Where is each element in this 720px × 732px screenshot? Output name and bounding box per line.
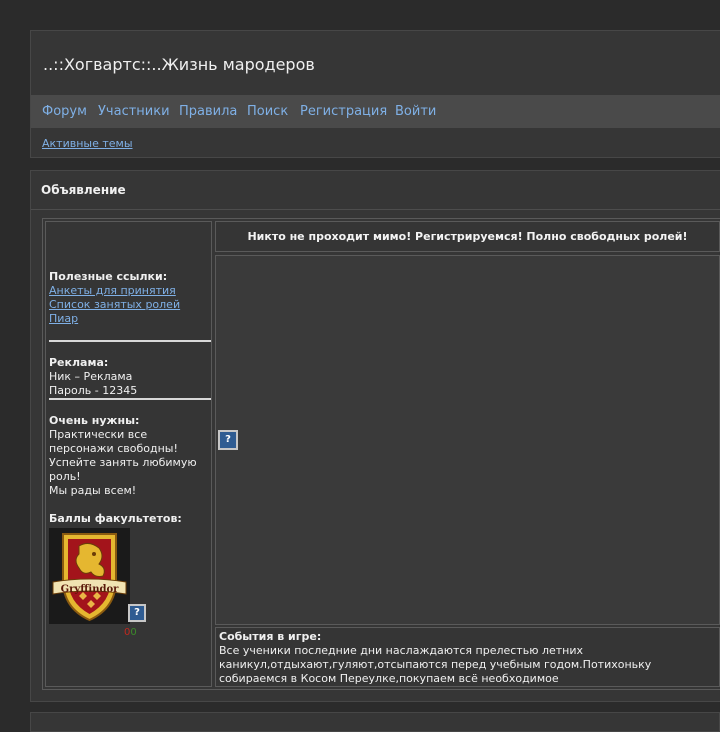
forum-header: ..::Хогвартс::..Жизнь мародеров Форум Уч… — [30, 30, 720, 158]
needed-block: Очень нужны: Практически все персонажи с… — [49, 414, 211, 498]
site-title: ..::Хогвартс::..Жизнь мародеров — [43, 55, 315, 74]
house-score: 00 — [124, 627, 137, 638]
ad-label: Реклама: — [49, 356, 109, 369]
ad-block: Реклама: Ник – Реклама Пароль - 12345 — [49, 356, 211, 398]
broken-image-icon: ? — [128, 604, 146, 622]
gryffindor-crest-icon: Gryffindor — [49, 528, 130, 624]
events-text: Все ученики последние дни наслаждаются п… — [219, 644, 652, 685]
link-applications[interactable]: Анкеты для принятия — [49, 284, 211, 298]
nav-forum[interactable]: Форум — [42, 104, 87, 119]
active-topics-link[interactable]: Активные темы — [42, 137, 133, 150]
link-pr[interactable]: Пиар — [49, 312, 211, 326]
sidebar-cell: Полезные ссылки: Анкеты для принятия Спи… — [45, 221, 212, 687]
useful-links-label: Полезные ссылки: — [49, 270, 168, 283]
divider — [31, 209, 720, 210]
house-points-label: Баллы факультетов: — [49, 512, 182, 525]
nav-login[interactable]: Войти — [395, 104, 436, 119]
useful-links-block: Полезные ссылки: Анкеты для принятия Спи… — [49, 270, 211, 326]
ad-nick: Ник – Реклама — [49, 370, 133, 383]
banner-cell: ? — [215, 255, 720, 625]
needed-line: Практически все персонажи свободны! — [49, 428, 178, 455]
link-taken-roles[interactable]: Список занятых ролей — [49, 298, 211, 312]
announcement-panel: Объявление Полезные ссылки: Анкеты для п… — [30, 170, 720, 702]
broken-image-icon: ? — [218, 430, 238, 450]
nav-register[interactable]: Регистрация — [300, 104, 387, 119]
nav-rules[interactable]: Правила — [179, 104, 237, 119]
events-label: События в игре: — [219, 630, 322, 643]
needed-line: Мы рады всем! — [49, 484, 137, 497]
page: ..::Хогвартс::..Жизнь мародеров Форум Уч… — [0, 0, 720, 732]
nav-members[interactable]: Участники — [98, 104, 170, 119]
announcement-title: Объявление — [41, 183, 126, 197]
divider — [49, 398, 211, 400]
announcement-headline: Никто не проходит мимо! Регистрируемся! … — [215, 221, 720, 252]
needed-line: Успейте занять любимую роль! — [49, 456, 197, 483]
needed-label: Очень нужны: — [49, 414, 140, 427]
gryffindor-crest-image: Gryffindor — [49, 528, 130, 624]
announcement-table: Полезные ссылки: Анкеты для принятия Спи… — [42, 218, 720, 690]
main-navbar: Форум Участники Правила Поиск Регистраци… — [31, 95, 720, 128]
divider — [49, 340, 211, 342]
score-green: 0 — [130, 627, 137, 638]
ad-password: Пароль - 12345 — [49, 384, 138, 397]
events-cell: События в игре: Все ученики последние дн… — [215, 627, 720, 687]
nav-search[interactable]: Поиск — [247, 104, 288, 119]
next-panel-edge — [30, 712, 720, 732]
crest-caption: Gryffindor — [61, 584, 120, 595]
